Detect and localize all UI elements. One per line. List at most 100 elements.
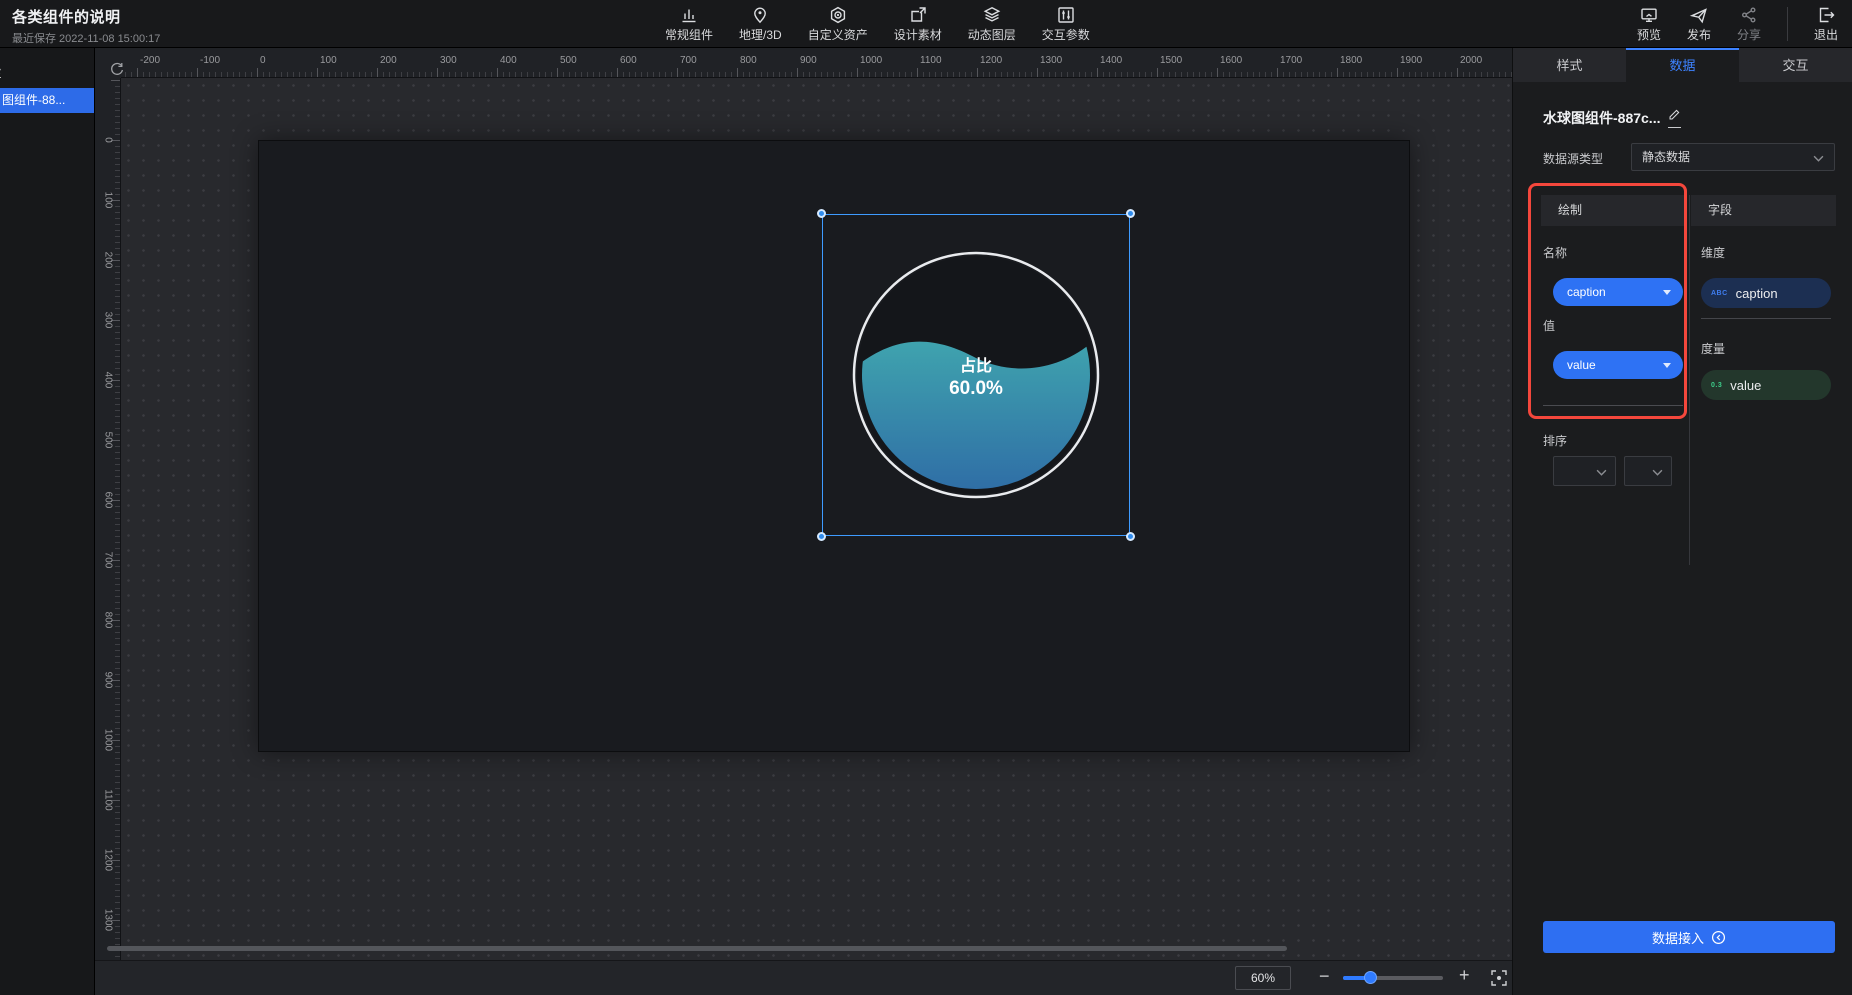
layers-icon xyxy=(982,5,1002,25)
zoom-in-button[interactable]: + xyxy=(1459,965,1470,986)
vruler-label: 400 xyxy=(102,372,113,389)
hruler-label: 1200 xyxy=(980,55,1002,66)
last-saved-text: 最近保存 2022-11-08 15:00:17 xyxy=(12,30,160,46)
toolbar-dynamic-layers[interactable]: 动态图层 xyxy=(968,5,1016,43)
toolbar-item-label: 自定义资产 xyxy=(808,26,868,43)
hruler-label: 800 xyxy=(740,55,757,66)
toolbar-item-label: 设计素材 xyxy=(894,26,942,43)
settings-panel: 样式 数据 交互 水球图组件-887c... 数据源类型 静态数据 绘制 字段 … xyxy=(1512,48,1852,995)
selection-handle[interactable] xyxy=(817,532,826,541)
app-window: 各类组件的说明 最近保存 2022-11-08 15:00:17 常规组件 地理… xyxy=(0,0,1852,995)
draw-section-separator xyxy=(1543,405,1683,406)
hruler-label: 500 xyxy=(560,55,577,66)
selection-box xyxy=(822,214,1130,536)
datasource-select[interactable]: 静态数据 xyxy=(1631,143,1835,171)
vruler-label: 1300 xyxy=(102,909,113,931)
design-asset-icon xyxy=(908,5,928,25)
header-actions: 预览 发布 分享 xyxy=(1637,0,1838,48)
monitor-icon xyxy=(1639,5,1659,25)
hruler-label: 200 xyxy=(380,55,397,66)
selection-handle[interactable] xyxy=(817,209,826,218)
horizontal-scrollbar[interactable] xyxy=(107,946,1287,951)
layer-item-selected[interactable]: 图组件-88... xyxy=(0,88,95,113)
toolbar-regular-components[interactable]: 常规组件 xyxy=(665,5,713,43)
action-label: 分享 xyxy=(1737,26,1761,43)
workspace[interactable]: 占比 60.0% xyxy=(121,78,1512,960)
selection-handle[interactable] xyxy=(1126,209,1135,218)
fit-to-screen-button[interactable] xyxy=(1489,968,1509,993)
hruler-label: 1000 xyxy=(860,55,882,66)
hruler-label: 1600 xyxy=(1220,55,1242,66)
hruler-label: 100 xyxy=(320,55,337,66)
vruler-label: 0 xyxy=(102,137,113,143)
hruler-label: -200 xyxy=(140,55,160,66)
zoom-slider[interactable] xyxy=(1343,976,1443,980)
field-section-separator xyxy=(1701,318,1831,319)
vruler-label: 100 xyxy=(102,192,113,209)
vruler-label: 1100 xyxy=(102,789,113,811)
vruler-label: 600 xyxy=(102,492,113,509)
layers-panel: 图层 图组件-88... xyxy=(0,48,95,995)
toolbar-design-assets[interactable]: 设计素材 xyxy=(894,5,942,43)
rotate-canvas-icon[interactable] xyxy=(109,61,125,82)
toolbar-interaction-params[interactable]: 交互参数 xyxy=(1042,5,1090,43)
dimension-field-tag[interactable]: ABC caption xyxy=(1701,278,1831,308)
vruler-label: 500 xyxy=(102,432,113,449)
name-field-value: caption xyxy=(1567,285,1606,299)
exit-button[interactable]: 退出 xyxy=(1814,5,1838,43)
edit-name-icon[interactable] xyxy=(1668,108,1681,128)
hruler-label: 1100 xyxy=(920,55,942,66)
panel-tabs: 样式 数据 交互 xyxy=(1513,48,1852,82)
vertical-ruler: 0100200300400500600700800900100011001200… xyxy=(95,78,121,995)
chevron-down-icon xyxy=(1813,155,1824,162)
field-section-header: 字段 xyxy=(1691,195,1836,226)
share-button[interactable]: 分享 xyxy=(1737,5,1761,43)
selection-handle[interactable] xyxy=(1126,532,1135,541)
map-pin-icon xyxy=(750,5,770,25)
tab-interaction[interactable]: 交互 xyxy=(1739,48,1852,82)
measure-field-tag[interactable]: 0.3 value xyxy=(1701,370,1831,400)
toolbar-item-label: 动态图层 xyxy=(968,26,1016,43)
data-access-label: 数据接入 xyxy=(1652,928,1704,947)
data-access-button[interactable]: 数据接入 xyxy=(1543,921,1835,953)
hruler-label: 300 xyxy=(440,55,457,66)
action-label: 退出 xyxy=(1814,26,1838,43)
measure-field-name: value xyxy=(1730,378,1761,393)
zoom-out-button[interactable]: − xyxy=(1319,966,1330,987)
hruler-label: 1300 xyxy=(1040,55,1062,66)
toolbar-item-label: 地理/3D xyxy=(739,26,782,43)
publish-button[interactable]: 发布 xyxy=(1687,5,1711,43)
vruler-label: 800 xyxy=(102,612,113,629)
preview-button[interactable]: 预览 xyxy=(1637,5,1661,43)
horizontal-ruler: -200-10001002003004005006007008009001000… xyxy=(121,48,1512,78)
header-divider xyxy=(1787,7,1788,41)
value-field-select[interactable]: value xyxy=(1553,351,1683,379)
hruler-label: 1700 xyxy=(1280,55,1302,66)
toolbar-item-label: 交互参数 xyxy=(1042,26,1090,43)
component-toolbar: 常规组件 地理/3D 自定义资产 xyxy=(665,0,1090,48)
vruler-label: 700 xyxy=(102,552,113,569)
zoom-slider-thumb[interactable] xyxy=(1364,971,1377,984)
sort-order-select[interactable] xyxy=(1624,456,1672,486)
tab-data[interactable]: 数据 xyxy=(1626,48,1739,82)
tab-style[interactable]: 样式 xyxy=(1513,48,1626,82)
toolbar-custom-assets[interactable]: 自定义资产 xyxy=(808,5,868,43)
bar-chart-icon xyxy=(679,5,699,25)
hruler-label: 900 xyxy=(800,55,817,66)
draw-section-header: 绘制 xyxy=(1541,195,1685,226)
number-type-badge: 0.3 xyxy=(1711,382,1722,389)
paper-plane-icon xyxy=(1689,5,1709,25)
zoom-level-input[interactable]: 60% xyxy=(1235,966,1291,990)
name-field-select[interactable]: caption xyxy=(1553,278,1683,306)
name-field-label: 名称 xyxy=(1543,244,1567,261)
hruler-label: 1900 xyxy=(1400,55,1422,66)
caret-down-icon xyxy=(1663,363,1671,368)
sliders-icon xyxy=(1056,5,1076,25)
toolbar-geo-3d[interactable]: 地理/3D xyxy=(739,5,782,43)
sort-field-select[interactable] xyxy=(1553,456,1616,486)
chevron-down-icon xyxy=(1596,469,1607,476)
share-nodes-icon xyxy=(1739,5,1759,25)
zoom-bar: 60% − + xyxy=(95,960,1512,995)
top-header: 各类组件的说明 最近保存 2022-11-08 15:00:17 常规组件 地理… xyxy=(0,0,1852,48)
datasource-type-label: 数据源类型 xyxy=(1543,150,1603,167)
